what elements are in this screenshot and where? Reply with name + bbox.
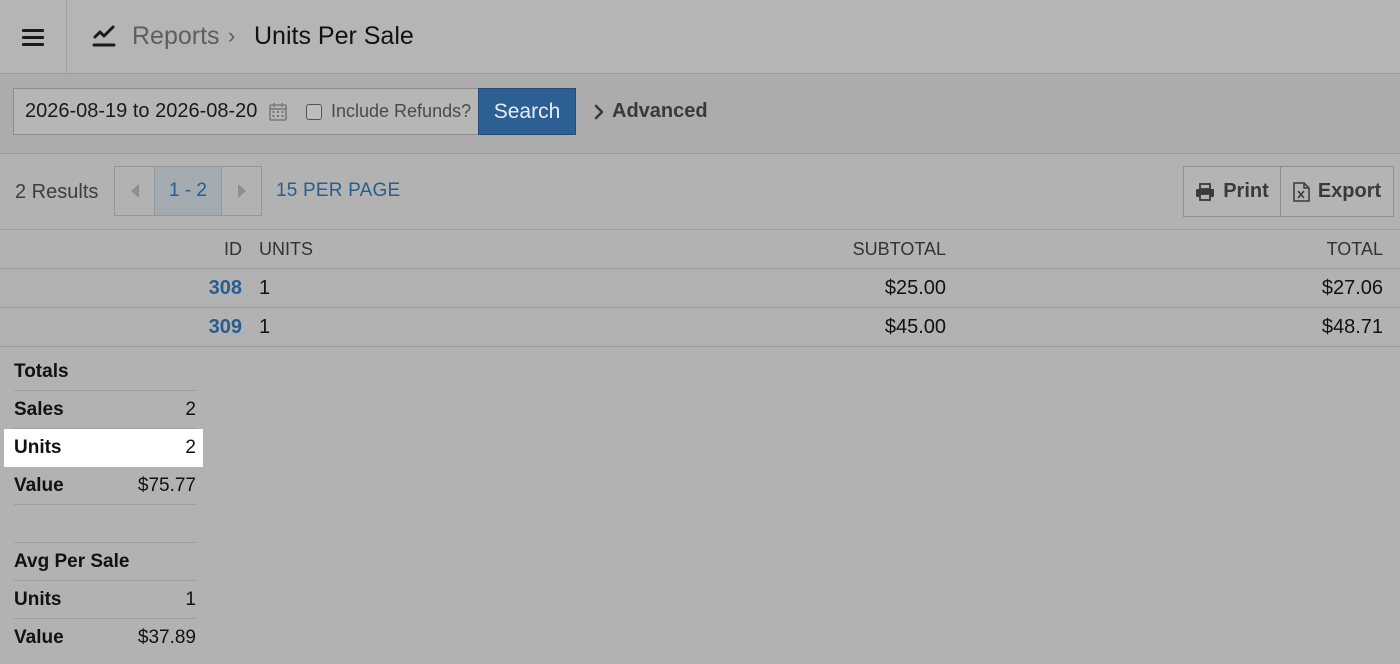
pagination: 1 - 2	[114, 166, 262, 216]
totals-sales-value: 2	[185, 399, 196, 420]
prev-page-button[interactable]	[115, 167, 155, 215]
menu-button[interactable]	[0, 0, 67, 73]
app-header: Reports › Units Per Sale	[0, 0, 1400, 74]
export-button[interactable]: Export	[1281, 167, 1393, 216]
summary-spacer	[14, 505, 196, 543]
breadcrumb-separator: ›	[228, 23, 236, 48]
avg-units-label: Units	[14, 589, 62, 610]
totals-units-row: Units 2	[4, 429, 203, 467]
advanced-toggle[interactable]: Advanced	[592, 100, 708, 123]
export-label: Export	[1317, 180, 1382, 202]
avg-units-value: 1	[185, 589, 196, 610]
print-export-group: Print Export	[1183, 166, 1394, 217]
total-cell: $27.06	[1321, 277, 1383, 299]
subtotal-cell: $25.00	[884, 277, 946, 299]
totals-units-value: 2	[185, 437, 196, 458]
avg-value-label: Value	[14, 627, 64, 648]
totals-sales-row: Sales 2	[14, 391, 196, 429]
caret-left-icon	[130, 184, 139, 198]
calendar-icon[interactable]	[268, 102, 288, 122]
column-header-total[interactable]: TOTAL	[1327, 230, 1383, 268]
column-header-id[interactable]: ID	[224, 230, 242, 268]
units-cell: 1	[259, 316, 271, 338]
printer-icon	[1196, 182, 1215, 201]
totals-heading: Totals	[14, 353, 196, 391]
filter-bar: 2026-08-19 to 2026-08-20 Include Refunds…	[0, 74, 1400, 154]
results-toolbar: 2 Results 1 - 2 15 PER PAGE Print Export	[0, 154, 1400, 230]
column-header-subtotal[interactable]: SUBTOTAL	[853, 230, 946, 268]
sale-id-link[interactable]: 309	[209, 308, 242, 346]
column-header-units[interactable]: UNITS	[259, 230, 313, 268]
avg-heading: Avg Per Sale	[14, 543, 196, 581]
subtotal-cell: $45.00	[884, 316, 946, 338]
excel-file-icon	[1293, 181, 1310, 202]
date-range-input[interactable]: 2026-08-19 to 2026-08-20	[13, 88, 299, 135]
totals-units-label: Units	[14, 437, 62, 458]
table-row: 308 1 $25.00 $27.06	[0, 269, 1400, 308]
avg-value-row: Value $37.89	[14, 619, 196, 657]
totals-summary: Totals Sales 2 Units 2 Value $75.77 Avg …	[4, 353, 203, 657]
totals-value-row: Value $75.77	[14, 467, 196, 505]
advanced-label: Advanced	[612, 100, 708, 122]
caret-right-icon	[237, 184, 246, 198]
print-button[interactable]: Print	[1184, 167, 1281, 216]
units-cell: 1	[259, 277, 271, 299]
table-row: 309 1 $45.00 $48.71	[0, 308, 1400, 347]
line-chart-icon	[92, 25, 116, 47]
table-header-row: ID UNITS SUBTOTAL TOTAL	[0, 230, 1400, 269]
sales-table: ID UNITS SUBTOTAL TOTAL 308 1 $25.00 $27…	[0, 230, 1400, 347]
include-refunds-toggle[interactable]: Include Refunds?	[298, 88, 479, 135]
hamburger-icon	[22, 28, 44, 46]
include-refunds-label: Include Refunds?	[331, 101, 472, 121]
page-title: Units Per Sale	[254, 22, 414, 50]
date-range-value: 2026-08-19 to 2026-08-20	[25, 100, 258, 122]
current-page-range[interactable]: 1 - 2	[155, 167, 221, 215]
chevron-right-icon	[594, 104, 604, 119]
result-count: 2 Results	[15, 181, 99, 203]
print-label: Print	[1223, 180, 1269, 202]
avg-value-value: $37.89	[137, 627, 196, 648]
search-button[interactable]: Search	[478, 88, 576, 135]
include-refunds-checkbox[interactable]	[306, 103, 322, 120]
breadcrumb-reports-link[interactable]: Reports	[132, 20, 220, 52]
sale-id-link[interactable]: 308	[209, 269, 242, 307]
per-page-selector[interactable]: 15 PER PAGE	[276, 180, 400, 202]
totals-value-value: $75.77	[137, 475, 196, 496]
totals-sales-label: Sales	[14, 399, 64, 420]
total-cell: $48.71	[1321, 316, 1383, 338]
totals-value-label: Value	[14, 475, 64, 496]
avg-units-row: Units 1	[14, 581, 196, 619]
next-page-button[interactable]	[221, 167, 261, 215]
